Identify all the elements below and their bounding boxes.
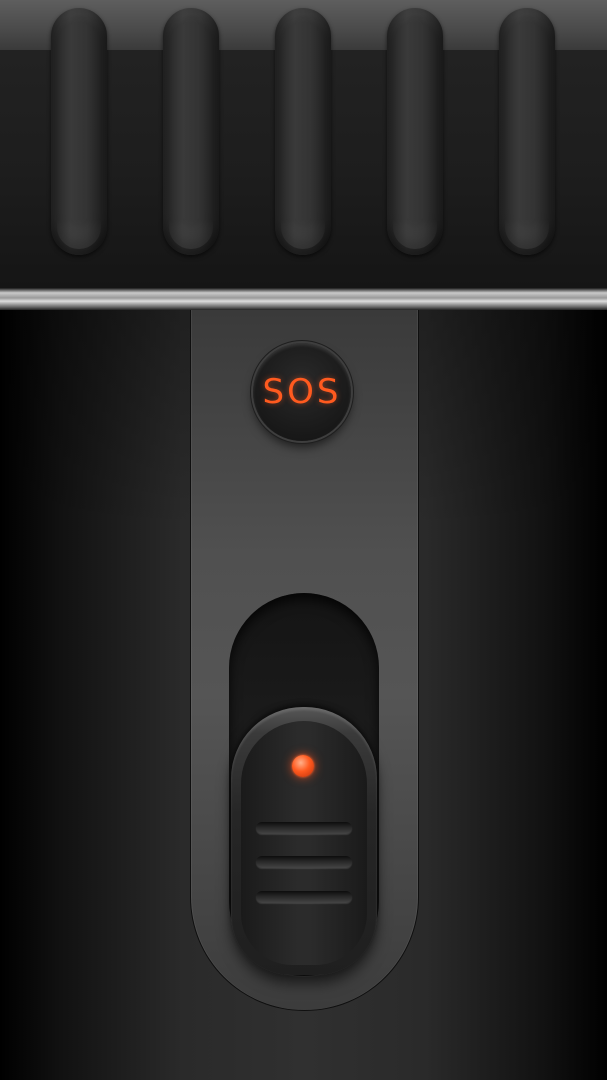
sos-button[interactable]: SOS xyxy=(253,343,351,441)
power-slider-knob[interactable] xyxy=(231,707,377,975)
grip-groove xyxy=(387,8,443,255)
flashlight-head-grip xyxy=(0,0,607,288)
chrome-ring-divider xyxy=(0,288,607,310)
grip-groove xyxy=(51,8,107,255)
grip-groove xyxy=(499,8,555,255)
knob-grip-ridge xyxy=(256,822,352,834)
power-indicator-led xyxy=(292,755,314,777)
knob-grip-ridge xyxy=(256,891,352,903)
knob-grip-ridge xyxy=(256,856,352,868)
sos-label: SOS xyxy=(262,372,342,412)
flashlight-app: SOS xyxy=(0,0,607,1080)
grip-groove xyxy=(163,8,219,255)
grip-groove xyxy=(275,8,331,255)
